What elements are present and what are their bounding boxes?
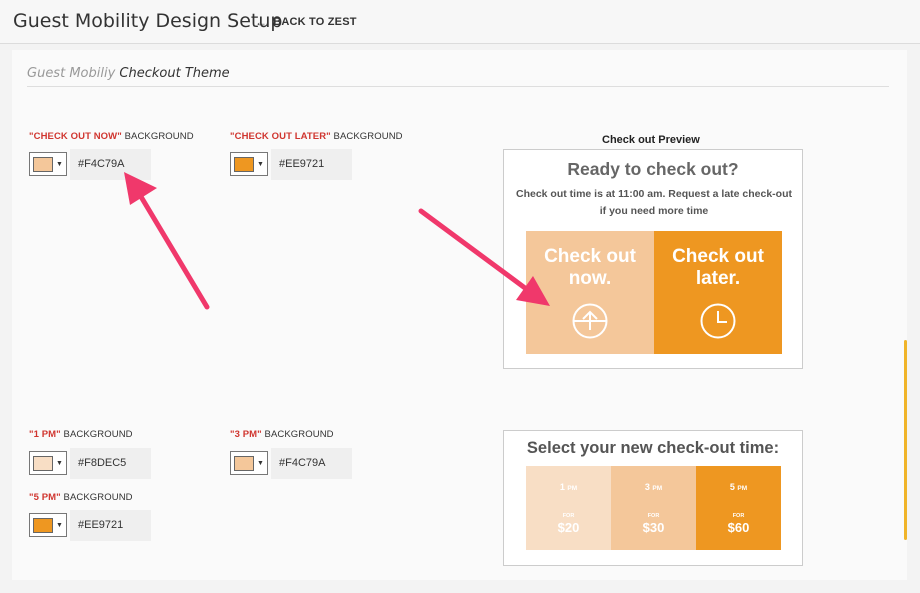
time-slot-price: $60 <box>727 520 750 535</box>
arrow-left-icon: ← <box>255 15 268 29</box>
caret-down-icon: ▼ <box>56 160 63 168</box>
preview-title: Check out Preview <box>602 134 700 146</box>
pm3-label: "3 PM" BACKGROUND <box>230 429 334 440</box>
time-select-heading: Select your new check-out time: <box>526 439 780 457</box>
top-bar: Guest Mobility Design Setup ← BACK TO ZE… <box>0 0 920 44</box>
time-slot-5pm: 5 PM FOR $60 <box>696 466 781 550</box>
check-out-now-tile: Check out now. <box>526 231 654 354</box>
check-out-later-tile-label: Check out later. <box>672 246 764 289</box>
pm5-hex-input[interactable]: #EE9721 <box>70 510 151 541</box>
color-swatch <box>234 455 254 471</box>
color-swatch <box>33 156 53 172</box>
pm5-picker: ▼ #EE9721 <box>29 510 151 541</box>
caret-down-icon: ▼ <box>257 459 264 467</box>
preview-subtext: Check out time is at 11:00 am. Request a… <box>515 188 792 217</box>
check-out-later-label: "CHECK OUT LATER" BACKGROUND <box>230 131 403 142</box>
clock-icon <box>700 303 736 339</box>
back-label: BACK TO ZEST <box>273 16 357 28</box>
caret-down-icon: ▼ <box>257 160 264 168</box>
time-select-preview: Select your new check-out time: 1 PM FOR… <box>503 430 803 566</box>
back-to-zest-link[interactable]: ← BACK TO ZEST <box>255 15 357 29</box>
pm5-color-button[interactable]: ▼ <box>29 513 67 537</box>
arrow-up-circle-icon <box>572 303 608 339</box>
pm1-hex-input[interactable]: #F8DEC5 <box>70 448 151 479</box>
check-out-now-color-button[interactable]: ▼ <box>29 152 67 176</box>
pm1-picker: ▼ #F8DEC5 <box>29 448 151 479</box>
pm1-color-button[interactable]: ▼ <box>29 451 67 475</box>
pm3-picker: ▼ #F4C79A <box>230 448 352 479</box>
page-title: Guest Mobility Design Setup <box>13 10 283 32</box>
check-out-later-tile: Check out later. <box>654 231 782 354</box>
check-out-later-color-button[interactable]: ▼ <box>230 152 268 176</box>
color-swatch <box>33 517 53 533</box>
section-divider <box>27 86 889 87</box>
check-out-now-hex-input[interactable]: #F4C79A <box>70 149 151 180</box>
color-swatch <box>33 455 53 471</box>
time-slot-price: $20 <box>557 520 580 535</box>
check-out-now-label: "CHECK OUT NOW" BACKGROUND <box>29 131 194 142</box>
check-out-later-hex-input[interactable]: #EE9721 <box>271 149 352 180</box>
section-heading: Guest Mobiliy Checkout Theme <box>27 66 230 81</box>
time-slot-price: $30 <box>642 520 665 535</box>
pm3-color-button[interactable]: ▼ <box>230 451 268 475</box>
time-slot-3pm: 3 PM FOR $30 <box>611 466 696 550</box>
caret-down-icon: ▼ <box>56 459 63 467</box>
preview-heading: Ready to check out? <box>567 159 739 179</box>
settings-panel: Guest Mobiliy Checkout Theme "CHECK OUT … <box>12 50 907 580</box>
scrollbar-thumb[interactable] <box>904 340 907 540</box>
caret-down-icon: ▼ <box>56 521 63 529</box>
pm5-label: "5 PM" BACKGROUND <box>29 492 133 503</box>
pm1-label: "1 PM" BACKGROUND <box>29 429 133 440</box>
pm3-hex-input[interactable]: #F4C79A <box>271 448 352 479</box>
color-swatch <box>234 156 254 172</box>
check-out-now-tile-label: Check out now. <box>544 246 636 289</box>
check-out-now-picker: ▼ #F4C79A <box>29 149 151 180</box>
check-out-later-picker: ▼ #EE9721 <box>230 149 352 180</box>
checkout-preview: Ready to check out? Check out time is at… <box>503 149 803 369</box>
time-slot-1pm: 1 PM FOR $20 <box>526 466 611 550</box>
